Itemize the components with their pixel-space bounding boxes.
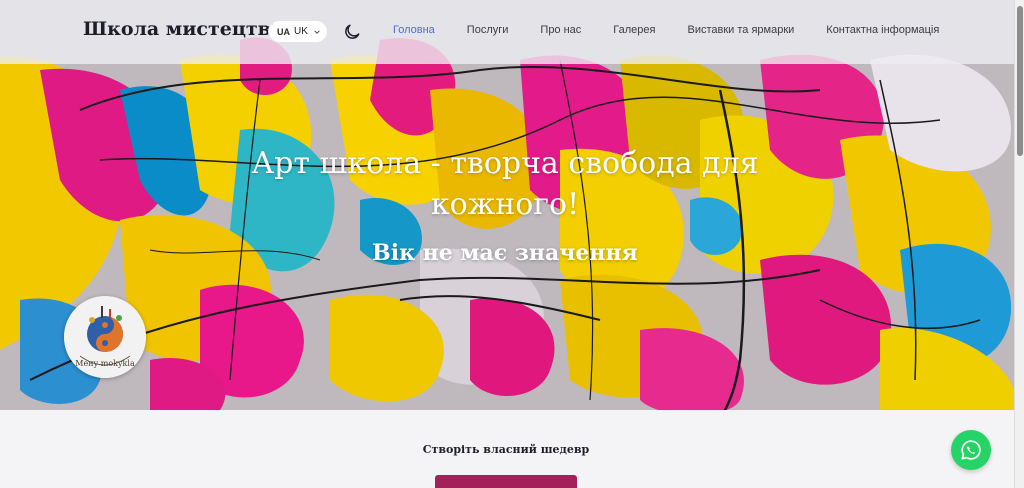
hero-title-line-1: Арт школа - творча свобода для <box>251 146 759 181</box>
language-flag: UA <box>277 26 290 37</box>
site-brand[interactable]: Школа мистецтв <box>83 18 271 40</box>
language-selector[interactable]: UA UK <box>268 20 328 43</box>
site-header: Школа мистецтв UA UK Головна Послуги Про… <box>0 0 1014 64</box>
nav-exhibitions[interactable]: Виставки та ярмарки <box>687 24 794 36</box>
scrollbar-thumb[interactable] <box>1017 6 1023 156</box>
language-selected: UK <box>294 26 308 37</box>
school-logo[interactable]: Мену mokykla <box>64 296 146 378</box>
nav-about[interactable]: Про нас <box>540 24 581 36</box>
hero-title-line-2: кожного! <box>430 187 580 222</box>
whatsapp-chat-button[interactable] <box>951 430 991 470</box>
hero-title: Арт школа - творча свобода для кожного! <box>205 143 805 225</box>
cta-button[interactable] <box>435 475 577 488</box>
main-nav: Головна Послуги Про нас Галерея Виставки… <box>393 24 939 36</box>
nav-services[interactable]: Послуги <box>467 24 509 36</box>
chevron-down-icon <box>314 29 320 34</box>
page-scrollbar[interactable] <box>1014 0 1024 488</box>
moon-icon[interactable] <box>342 22 362 42</box>
create-heading: Створіть власний шедевр <box>422 443 590 456</box>
whatsapp-icon <box>961 440 981 460</box>
nav-home[interactable]: Головна <box>393 24 435 36</box>
hero-subtitle: Вік не має значення <box>372 240 638 266</box>
logo-emblem: Мену mokykla <box>64 296 146 378</box>
nav-contacts[interactable]: Контактна інформація <box>826 24 939 36</box>
logo-text: Мену mokykla <box>75 359 135 368</box>
nav-gallery[interactable]: Галерея <box>613 24 655 36</box>
